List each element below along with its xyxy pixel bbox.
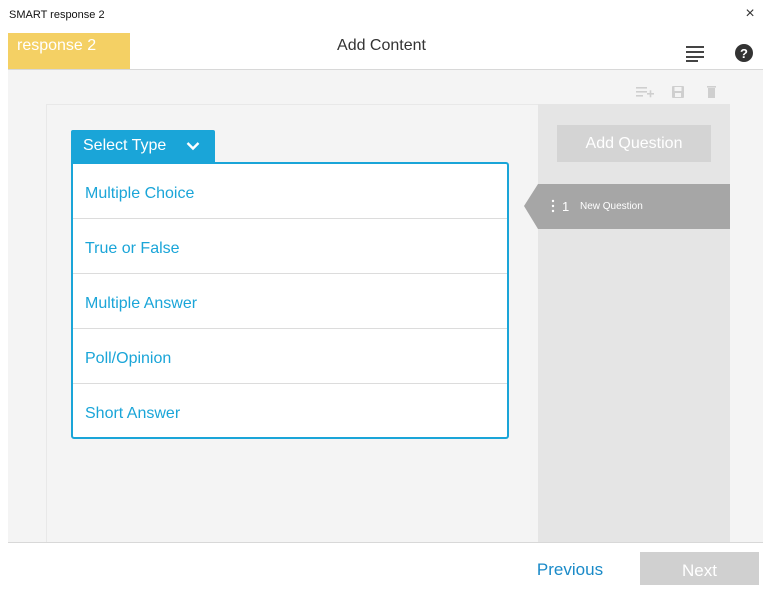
save-icon[interactable]: [672, 86, 684, 98]
previous-button[interactable]: Previous: [520, 560, 620, 580]
footer-divider: [8, 542, 763, 543]
type-option-true-or-false[interactable]: True or False: [73, 219, 507, 274]
svg-text:?: ?: [740, 46, 748, 61]
page-title: Add Content: [337, 37, 426, 54]
window-title: SMART response 2: [9, 9, 105, 21]
drag-handle-icon[interactable]: [551, 199, 555, 213]
question-toolbar: [636, 84, 726, 100]
close-button[interactable]: ×: [742, 6, 758, 22]
question-label: New Question: [580, 201, 643, 212]
type-option-multiple-answer[interactable]: Multiple Answer: [73, 274, 507, 329]
select-type-label: Select Type: [83, 137, 167, 154]
chevron-down-icon[interactable]: [186, 139, 200, 151]
add-question-button[interactable]: Add Question: [557, 125, 711, 162]
question-number: 1: [562, 199, 570, 214]
selection-pointer: [524, 184, 538, 229]
help-circle-icon[interactable]: ?: [734, 43, 754, 63]
menu-lines-icon[interactable]: [686, 45, 706, 63]
delete-icon[interactable]: [707, 86, 716, 98]
add-list-icon[interactable]: [636, 87, 654, 98]
question-list-panel: [538, 104, 730, 542]
type-option-poll-opinion[interactable]: Poll/Opinion: [73, 329, 507, 384]
type-option-short-answer[interactable]: Short Answer: [73, 384, 507, 439]
question-type-list: Multiple Choice True or False Multiple A…: [71, 162, 509, 439]
next-button[interactable]: Next: [640, 552, 759, 585]
type-option-multiple-choice[interactable]: Multiple Choice: [73, 164, 507, 219]
